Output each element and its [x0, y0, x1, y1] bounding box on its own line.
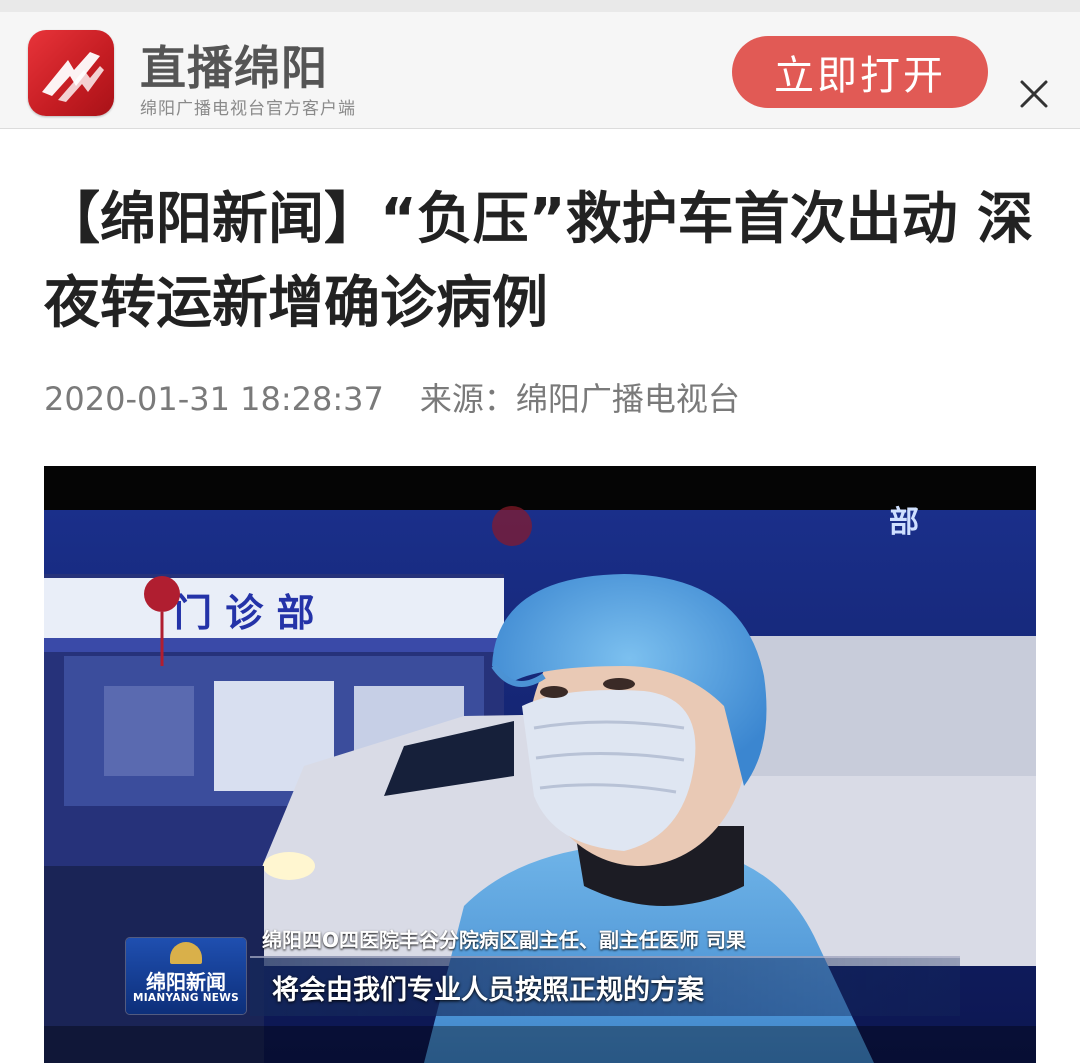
subtitle-text: 将会由我们专业人员按照正规的方案: [272, 975, 704, 1006]
close-icon[interactable]: [1012, 72, 1056, 116]
tv-tower-icon: [170, 942, 202, 964]
svg-text:门 诊 部: 门 诊 部: [174, 591, 314, 635]
station-logo-en: MIANYANG NEWS: [132, 992, 240, 1004]
app-logo-icon[interactable]: [28, 30, 114, 116]
article-meta: 2020-01-31 18:28:37 来源：绵阳广播电视台: [44, 374, 740, 420]
speaker-caption: 绵阳四O四医院丰谷分院病区副主任、副主任医师 司果: [262, 928, 746, 952]
article-source: 来源：绵阳广播电视台: [419, 380, 740, 418]
svg-text:部: 部: [889, 505, 919, 540]
station-logo: 绵阳新闻 MIANYANG NEWS: [126, 938, 246, 1014]
video-player[interactable]: 门 诊 部 部 绵阳新闻 MIANYANG NEWS 绵阳四O四医院丰谷分院病区…: [44, 466, 1036, 1063]
publish-datetime: 2020-01-31 18:28:37: [44, 380, 384, 418]
article-headline: 【绵阳新闻】“负压”救护车首次出动 深夜转运新增确诊病例: [44, 187, 1034, 336]
app-slogan: 绵阳广播电视台官方客户端: [140, 99, 356, 119]
open-app-button[interactable]: 立即打开: [732, 36, 988, 108]
app-promo-banner: 直播绵阳 绵阳广播电视台官方客户端 立即打开: [0, 0, 1080, 129]
station-logo-cn: 绵阳新闻: [146, 970, 226, 994]
app-name: 直播绵阳: [140, 41, 328, 95]
